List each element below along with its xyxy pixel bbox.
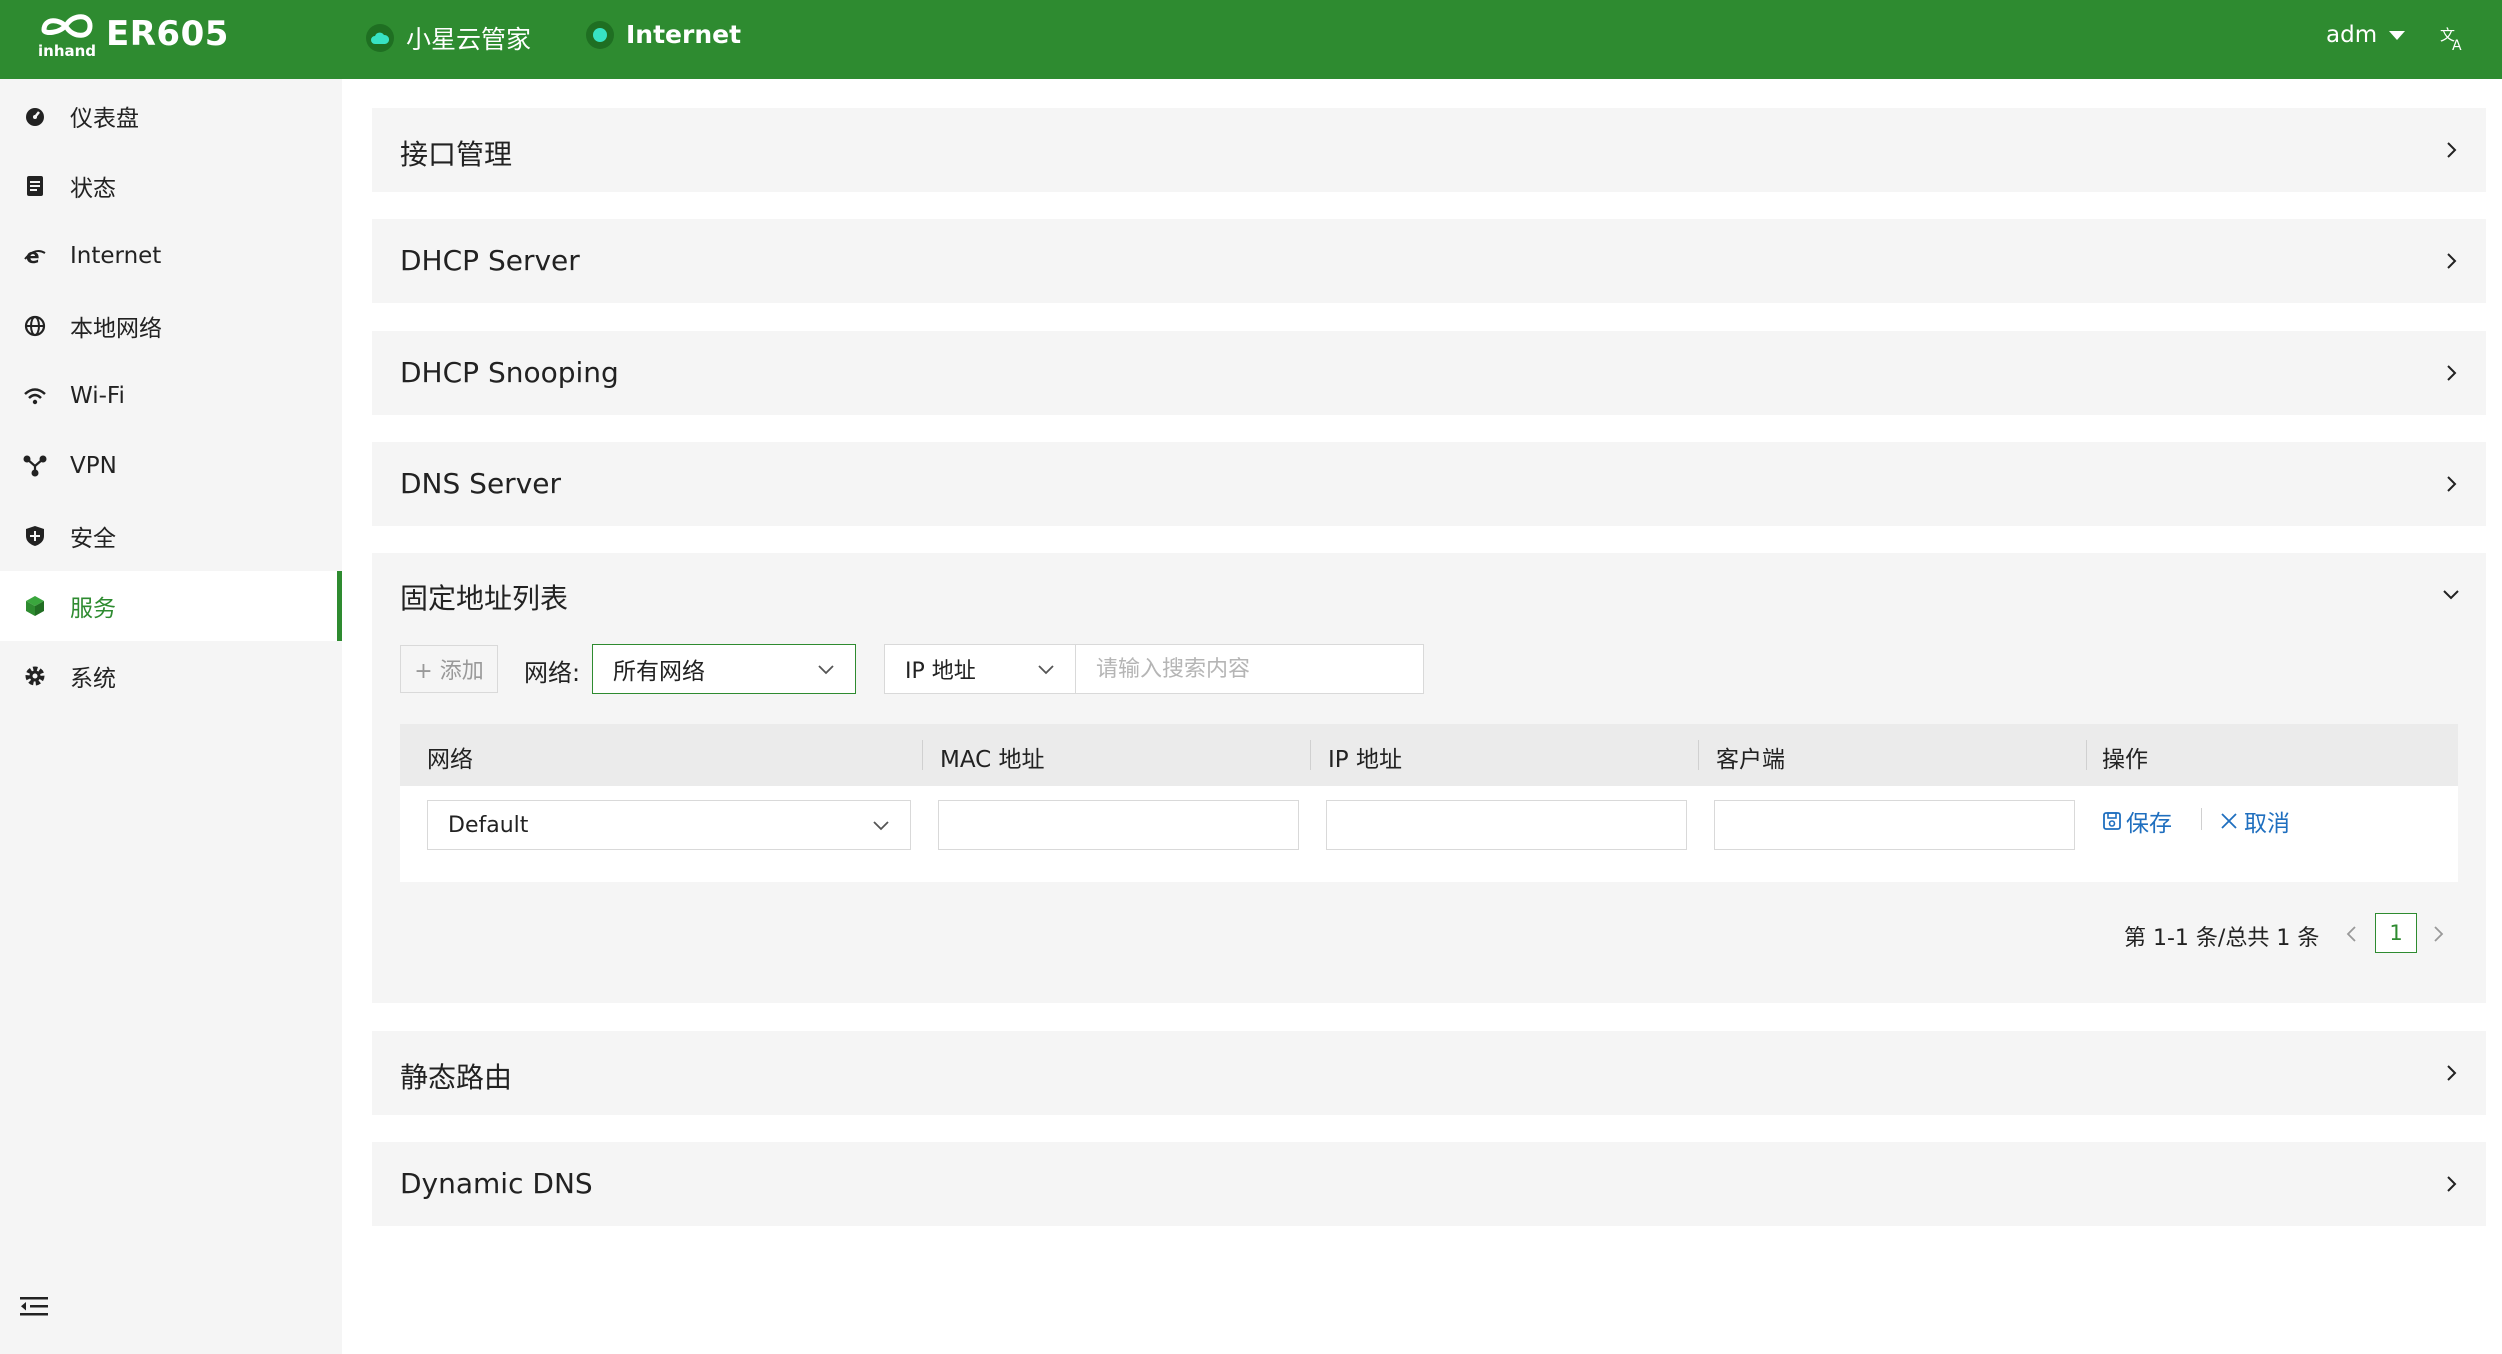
sidebar-item-vpn[interactable]: VPN [0,431,342,501]
sidebar-item-wifi[interactable]: Wi-Fi [0,361,342,431]
table-header: 网络 MAC 地址 IP 地址 客户端 操作 [400,724,2458,786]
top-header: inhand ER605 小星云管家 Internet adm 文 A [0,0,2502,79]
search-input[interactable] [1075,644,1424,694]
caret-down-icon [2389,30,2406,40]
sidebar-item-system[interactable]: 系统 [0,641,342,711]
user-menu[interactable]: adm [2326,22,2406,48]
cancel-label: 取消 [2244,811,2290,837]
panel-title: 固定地址列表 [400,582,569,615]
sidebar-item-label: 系统 [70,666,116,692]
close-icon [2221,813,2237,829]
panel-static-routes[interactable]: 静态路由 [372,1031,2486,1115]
chevron-left-icon[interactable] [2344,924,2360,944]
internet-label: Internet [626,20,742,49]
panel-dynamic-dns[interactable]: Dynamic DNS [372,1142,2486,1226]
column-header-network: 网络 [427,747,473,773]
globe-icon [22,313,48,339]
username: adm [2326,22,2378,48]
column-header-client: 客户端 [1716,747,1785,773]
sidebar-item-label: Internet [70,243,162,269]
panel-title: DHCP Server [400,244,580,277]
gear-icon [22,663,48,689]
cloud-label: 小星云管家 [406,25,532,54]
sidebar-item-label: 安全 [70,526,116,552]
save-button[interactable]: 保存 [2102,804,2172,838]
sidebar-item-label: 本地网络 [70,316,162,342]
panel-dhcp-snooping[interactable]: DHCP Snooping [372,331,2486,415]
translate-icon[interactable]: 文 A [2438,22,2468,52]
column-header-mac: MAC 地址 [940,747,1045,773]
chevron-down-icon [1038,665,1054,675]
cloud-icon [366,24,394,52]
search-field-value: IP 地址 [905,659,976,684]
vpn-icon [22,453,48,479]
sidebar-item-status[interactable]: 状态 [0,151,342,221]
chevron-right-icon [2447,253,2457,269]
column-header-action: 操作 [2102,747,2148,773]
network-filter-select[interactable]: 所有网络 [592,644,856,694]
network-filter-value: 所有网络 [613,659,705,685]
shield-icon [22,523,48,549]
pagination-summary: 第 1-1 条/总共 1 条 [2124,926,2320,951]
panel-title: DHCP Snooping [400,356,619,389]
sidebar-item-dashboard[interactable]: 仪表盘 [0,81,342,151]
chevron-right-icon [2447,1176,2457,1192]
network-filter-label: 网络: [524,659,581,687]
wifi-icon [22,383,48,409]
cube-icon [22,593,48,619]
sidebar: 仪表盘 状态 e Internet 本地网络 Wi-Fi VPN 安全 服务 系… [0,79,342,1354]
chevron-down-icon[interactable] [2442,585,2460,603]
column-header-ip: IP 地址 [1328,747,1402,773]
search-field-select[interactable]: IP 地址 [884,644,1076,694]
sidebar-item-lan[interactable]: 本地网络 [0,291,342,361]
panel-dhcp-server[interactable]: DHCP Server [372,219,2486,303]
panel-title: DNS Server [400,467,561,500]
sidebar-item-label: 仪表盘 [70,106,139,132]
svg-text:A: A [2452,38,2462,52]
row-client-input[interactable] [1714,800,2075,850]
sidebar-item-internet[interactable]: e Internet [0,221,342,291]
chevron-down-icon [818,665,834,675]
row-mac-input[interactable] [938,800,1299,850]
sidebar-item-label: 服务 [70,596,116,622]
row-network-select[interactable]: Default [427,800,911,850]
collapse-menu-icon[interactable] [20,1294,50,1320]
sidebar-item-label: Wi-Fi [70,383,125,409]
save-icon [2103,812,2121,830]
cloud-manager-link[interactable]: 小星云管家 [366,20,531,56]
panel-title: 接口管理 [400,138,513,171]
sidebar-item-label: 状态 [70,176,116,202]
panel-interface-management[interactable]: 接口管理 [372,108,2486,192]
chevron-right-icon [2447,1065,2457,1081]
panel-dns-server[interactable]: DNS Server [372,442,2486,526]
panel-title: Dynamic DNS [400,1167,593,1200]
sidebar-item-security[interactable]: 安全 [0,501,342,571]
chevron-right-icon [2447,142,2457,158]
dashboard-icon [22,103,48,129]
sidebar-item-services[interactable]: 服务 [0,571,342,641]
cancel-button[interactable]: 取消 [2220,804,2290,838]
pagination-current-page[interactable]: 1 [2375,913,2417,953]
table-row: Default 保存 取消 [400,786,2458,882]
add-button[interactable]: + 添加 [400,645,498,693]
inhand-logo: inhand [38,14,96,60]
chevron-right-icon [2447,476,2457,492]
svg-text:inhand: inhand [38,42,96,60]
row-network-value: Default [448,812,529,838]
row-ip-input[interactable] [1326,800,1687,850]
sidebar-item-label: VPN [70,453,117,479]
internet-icon: e [22,243,48,269]
status-icon [22,173,48,199]
chevron-right-icon[interactable] [2430,924,2446,944]
status-dot-icon [586,20,614,49]
chevron-down-icon [873,821,889,831]
save-label: 保存 [2126,811,2172,837]
chevron-right-icon [2447,365,2457,381]
internet-status-link[interactable]: Internet [586,20,741,49]
panel-title: 静态路由 [400,1061,513,1094]
product-name: ER605 [106,14,229,54]
